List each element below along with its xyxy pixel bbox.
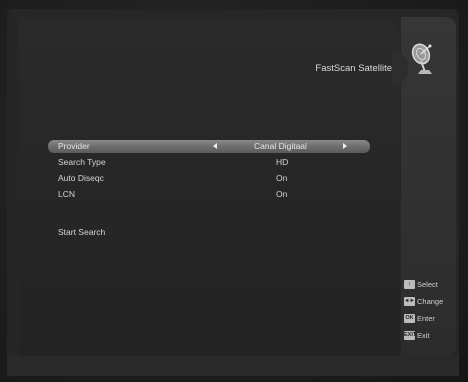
exit-key-icon: EXIT [404, 331, 417, 340]
lcn-value: On [276, 189, 288, 199]
page-title: FastScan Satellite [315, 63, 392, 74]
auto-diseqc-label: Auto Diseqc [58, 173, 104, 183]
legend-select: ↕ Select [404, 279, 456, 290]
provider-label: Provider [58, 141, 90, 151]
satellite-dish-icon [411, 43, 432, 74]
auto-diseqc-value: On [276, 173, 288, 183]
search-type-value: HD [276, 157, 289, 167]
change-key-icon: ◄► [404, 297, 415, 306]
select-key-icon: ↕ [404, 280, 415, 289]
start-search-label: Start Search [58, 227, 106, 237]
legend-exit-label: Exit [417, 331, 430, 340]
menu-row-lcn[interactable]: LCN On [48, 188, 370, 201]
legend-change-label: Change [417, 297, 444, 306]
legend-enter: OK Enter [404, 313, 456, 324]
legend-change: ◄► Change [404, 296, 456, 307]
menu-row-provider[interactable]: Provider Canal Digitaal [48, 140, 370, 153]
provider-value: Canal Digitaal [254, 141, 307, 151]
legend-select-label: Select [417, 280, 438, 289]
bottom-bar [7, 356, 459, 376]
search-type-label: Search Type [58, 157, 106, 167]
arrow-left-icon[interactable] [213, 143, 217, 149]
menu-row-search-type[interactable]: Search Type HD [48, 156, 370, 169]
legend-exit: EXIT Exit [404, 330, 456, 341]
menu-row-start-search[interactable]: Start Search [48, 226, 370, 239]
lcn-label: LCN [58, 189, 76, 199]
tv-screen: FastScan Satellite Provider Canal Digita… [0, 0, 468, 382]
menu-row-auto-diseqc[interactable]: Auto Diseqc On [48, 172, 370, 185]
arrow-right-icon[interactable] [343, 143, 347, 149]
ok-key-icon: OK [404, 314, 415, 323]
legend-enter-label: Enter [417, 314, 435, 323]
